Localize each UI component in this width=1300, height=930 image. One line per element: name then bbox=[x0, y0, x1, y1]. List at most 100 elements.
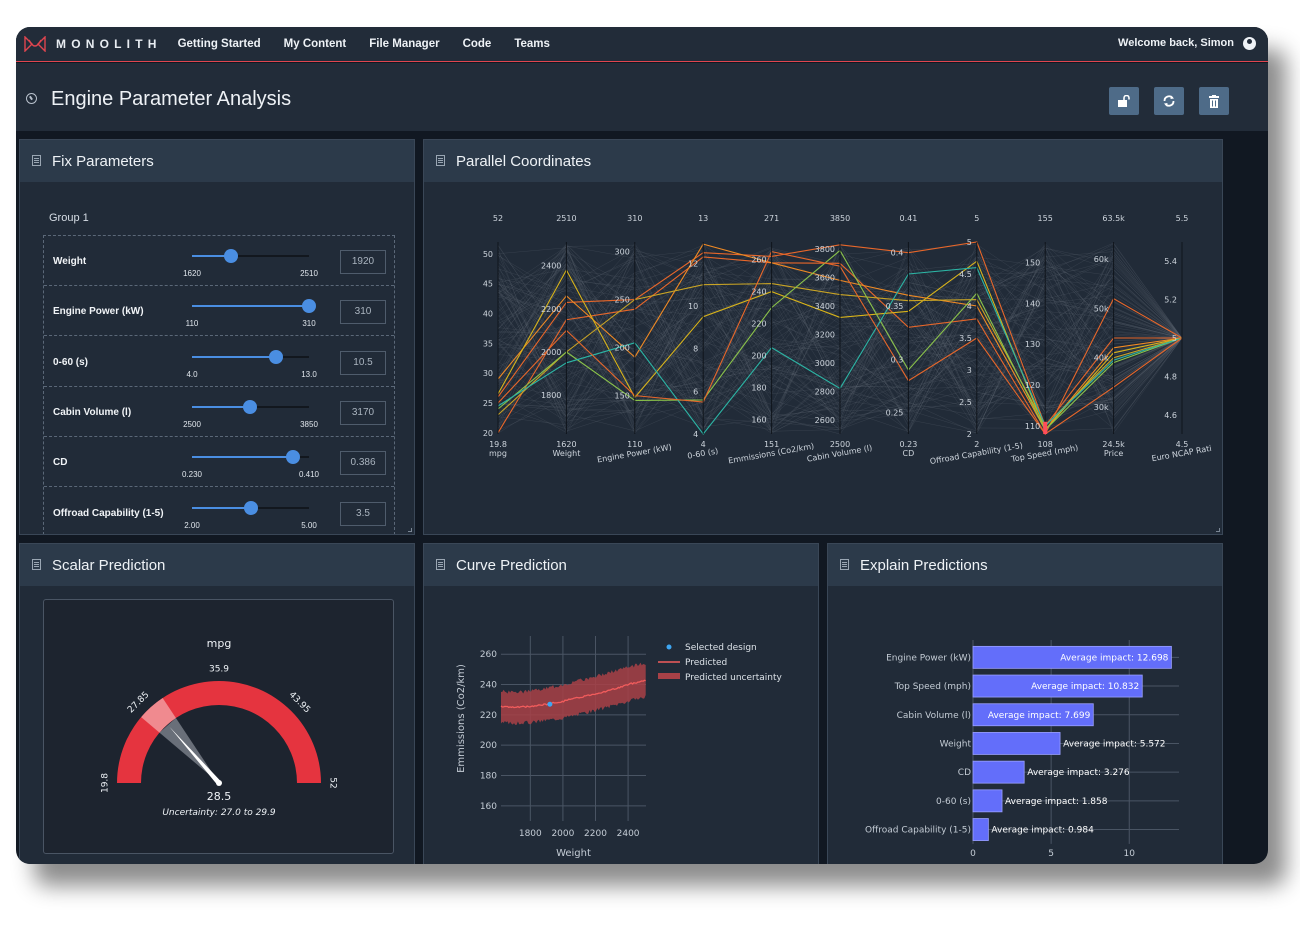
category-label: CD bbox=[958, 768, 971, 778]
bar[interactable] bbox=[972, 818, 989, 841]
param-value-input[interactable]: 0.386 bbox=[340, 451, 386, 476]
slider-thumb[interactable] bbox=[269, 349, 284, 364]
param-row: Engine Power (kW) 110 310 310 bbox=[44, 286, 394, 337]
legend-label: Selected design bbox=[685, 643, 757, 653]
dashboard-icon bbox=[26, 93, 37, 104]
nav-file-manager[interactable]: File Manager bbox=[369, 38, 439, 50]
param-slider[interactable] bbox=[192, 249, 309, 263]
app-window: MONOLITH Getting Started My Content File… bbox=[16, 27, 1268, 864]
gauge-uncertainty-text: Uncertainty: 27.0 to 29.9 bbox=[162, 808, 276, 818]
param-slider[interactable] bbox=[192, 450, 309, 465]
axis[interactable]: 385025002600280030003200340036003800Cabi… bbox=[806, 214, 873, 464]
legend-marker-uncertainty bbox=[658, 673, 680, 679]
param-row: Weight 1620 2510 1920 bbox=[44, 236, 394, 286]
slider-max-label: 13.0 bbox=[301, 369, 317, 379]
delete-button[interactable] bbox=[1199, 87, 1229, 115]
nav-teams[interactable]: Teams bbox=[514, 38, 550, 50]
x-tick-label: 2000 bbox=[551, 829, 574, 839]
axis-tick-label: 2.5 bbox=[959, 398, 972, 407]
axis-tick-label: 10 bbox=[688, 302, 698, 311]
resize-handle[interactable] bbox=[1216, 528, 1220, 532]
param-value-input[interactable]: 310 bbox=[340, 300, 386, 325]
slider-min-label: 1620 bbox=[183, 269, 201, 278]
nav-my-content[interactable]: My Content bbox=[284, 38, 347, 50]
axis-title: mpg bbox=[489, 449, 507, 458]
axis-tick-label: 0.3 bbox=[891, 355, 904, 364]
panel-header: Fix Parameters bbox=[20, 140, 414, 182]
curve-prediction-chart[interactable]: 160 180 200 220 240 260 1800 2000 2200 2400 Weight… bbox=[424, 588, 818, 864]
axis-tick-label: 180 bbox=[751, 384, 766, 393]
panel-title: Fix Parameters bbox=[52, 153, 154, 170]
axis-bottom-label: 24.5k bbox=[1102, 440, 1125, 449]
parallel-coordinates-panel: Parallel Coordinates 52 19.8 20 25 30 35 40 45 5… bbox=[423, 139, 1223, 535]
page-header: Engine Parameter Analysis bbox=[16, 63, 1268, 131]
welcome-text: Welcome back, Simon bbox=[1118, 37, 1234, 49]
nav-getting-started[interactable]: Getting Started bbox=[178, 38, 261, 50]
x-tick-label: 5 bbox=[1048, 849, 1054, 859]
axis-tick-label: 4 bbox=[967, 302, 972, 311]
unlock-button[interactable] bbox=[1109, 87, 1139, 115]
param-row: Offroad Capability (1-5) 2.00 5.00 3.5 bbox=[44, 488, 394, 535]
refresh-icon bbox=[1163, 95, 1175, 107]
slider-thumb[interactable] bbox=[243, 399, 258, 414]
param-label: Weight bbox=[53, 256, 87, 267]
bar-data-label: Average impact: 3.276 bbox=[1027, 768, 1130, 778]
parallel-coordinates-chart[interactable]: 5219.820253035404550mpg25101620180020002… bbox=[424, 184, 1222, 534]
slider-thumb[interactable] bbox=[302, 299, 316, 314]
axis-tick-label: 160 bbox=[751, 416, 766, 425]
axis-tick-label: 2800 bbox=[815, 387, 835, 396]
slider-thumb[interactable] bbox=[286, 450, 301, 465]
resize-handle[interactable] bbox=[408, 528, 412, 532]
fix-parameters-panel: Fix Parameters Group 1 Weight 1620 2510 192… bbox=[19, 139, 415, 535]
bar[interactable] bbox=[972, 789, 1003, 813]
explain-predictions-chart[interactable]: 0 5 10 Engine Power (kW) Average impact: 12.… bbox=[828, 588, 1222, 864]
user-account-icon[interactable] bbox=[1243, 37, 1256, 50]
bar[interactable] bbox=[972, 760, 1025, 784]
axis-tick-label: 150 bbox=[1025, 258, 1040, 267]
axis-tick-label: 25 bbox=[483, 399, 493, 408]
x-tick-label: 10 bbox=[1124, 849, 1136, 859]
panel-doc-icon bbox=[436, 155, 445, 166]
axis-tick-label: 4 bbox=[693, 430, 698, 439]
axis[interactable]: 13446810120-60 (s) bbox=[687, 214, 719, 461]
axis-tick-label: 3.5 bbox=[959, 334, 972, 343]
axis-top-label: 3850 bbox=[830, 214, 850, 223]
axis-tick-label: 4.5 bbox=[959, 270, 972, 279]
axis-tick-label: 2400 bbox=[541, 262, 561, 271]
bar-data-label: Average impact: 10.832 bbox=[1031, 682, 1139, 692]
slider-thumb[interactable] bbox=[243, 500, 258, 515]
refresh-button[interactable] bbox=[1154, 87, 1184, 115]
param-label: Engine Power (kW) bbox=[53, 306, 144, 318]
param-value-input[interactable]: 10.5 bbox=[340, 350, 386, 375]
bar-data-label: Average impact: 0.984 bbox=[991, 826, 1094, 836]
param-value-input[interactable]: 3.5 bbox=[340, 501, 386, 526]
uncertainty-band[interactable] bbox=[501, 662, 646, 725]
param-slider[interactable] bbox=[192, 349, 309, 364]
axis-brush[interactable] bbox=[1043, 421, 1048, 434]
x-axis-title: Weight bbox=[556, 848, 591, 859]
axis-tick-label: 0.35 bbox=[886, 302, 904, 311]
main-nav: Getting Started My Content File Manager … bbox=[178, 38, 573, 50]
axis-tick-label: 8 bbox=[693, 345, 698, 354]
parameter-group: Weight 1620 2510 1920 Engine Power (kW) 110 31… bbox=[43, 235, 395, 535]
param-value-input[interactable]: 3170 bbox=[340, 400, 386, 425]
axis-tick-label: 30k bbox=[1094, 403, 1109, 412]
param-slider[interactable] bbox=[192, 500, 309, 515]
param-slider[interactable] bbox=[192, 399, 309, 414]
group-label: Group 1 bbox=[49, 212, 89, 224]
nav-code[interactable]: Code bbox=[463, 38, 492, 50]
axis[interactable]: 5.54.54.64.855.25.4Euro NCAP Rati bbox=[1151, 214, 1212, 463]
axis-tick-label: 5.2 bbox=[1164, 296, 1177, 305]
axis-title: Weight bbox=[552, 449, 580, 458]
logo[interactable]: MONOLITH bbox=[24, 36, 162, 52]
slider-thumb[interactable] bbox=[224, 249, 239, 263]
param-slider[interactable] bbox=[192, 299, 316, 314]
axis-tick-label: 5 bbox=[967, 238, 972, 247]
curve-prediction-panel: Curve Prediction 160 180 200 220 240 260 1800 2… bbox=[423, 543, 819, 864]
category-label: Weight bbox=[940, 739, 972, 749]
param-value-input[interactable]: 1920 bbox=[340, 250, 386, 274]
selected-design-point[interactable] bbox=[547, 701, 553, 707]
axis[interactable]: 52 19.8 20 25 30 35 40 45 50 mpg bbox=[483, 214, 507, 458]
panel-title: Curve Prediction bbox=[456, 557, 567, 574]
bar[interactable] bbox=[972, 732, 1061, 755]
